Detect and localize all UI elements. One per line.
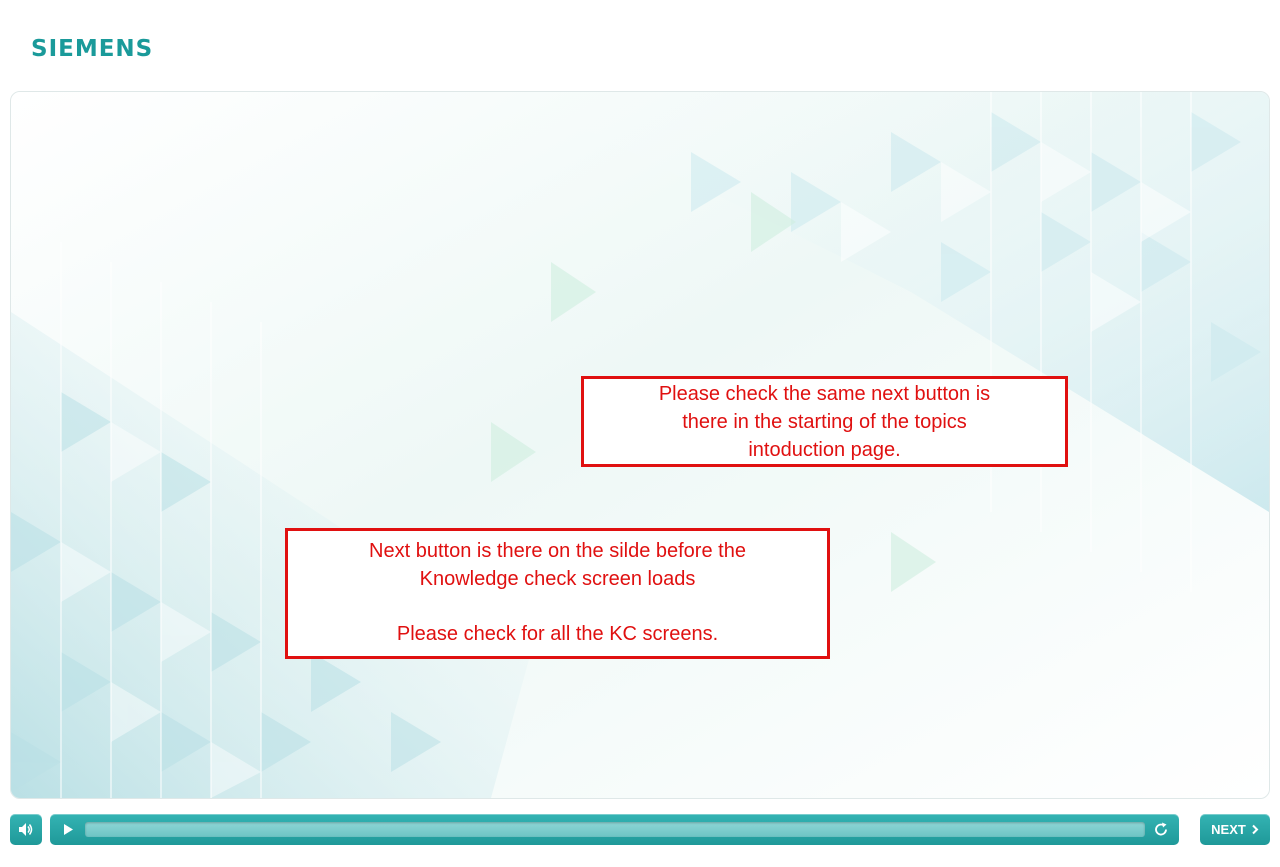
annotation-box-next-button-intro: Please check the same next button is the… <box>581 376 1068 467</box>
play-icon <box>58 820 78 839</box>
seekbar-container <box>50 814 1179 845</box>
annotation-line: Please check the same next button is <box>658 383 991 405</box>
next-button[interactable]: NEXT <box>1200 814 1270 845</box>
chevron-right-icon <box>1251 824 1259 835</box>
annotation-line: intoduction page. <box>748 439 901 461</box>
annotation-line: there in the starting of the topics <box>682 411 967 433</box>
annotation-spacer <box>288 593 827 620</box>
replay-button[interactable] <box>1151 820 1171 839</box>
slide-stage: Please check the same next button is the… <box>10 91 1270 799</box>
siemens-logo: SIEMENS <box>31 36 154 62</box>
speaker-icon <box>18 822 34 837</box>
annotation-box-kc-screens: Next button is there on the silde before… <box>285 528 830 659</box>
next-button-label: NEXT <box>1211 822 1246 837</box>
volume-button[interactable] <box>10 814 42 845</box>
course-player: SIEMENS Please check the same next butto… <box>0 0 1280 867</box>
annotation-line: Knowledge check screen loads <box>419 568 696 590</box>
annotation-line: Please check for all the KC screens. <box>396 623 719 645</box>
seek-track[interactable] <box>85 822 1145 837</box>
play-button[interactable] <box>58 820 78 839</box>
annotation-line: Next button is there on the silde before… <box>369 540 746 562</box>
replay-icon <box>1151 820 1171 839</box>
